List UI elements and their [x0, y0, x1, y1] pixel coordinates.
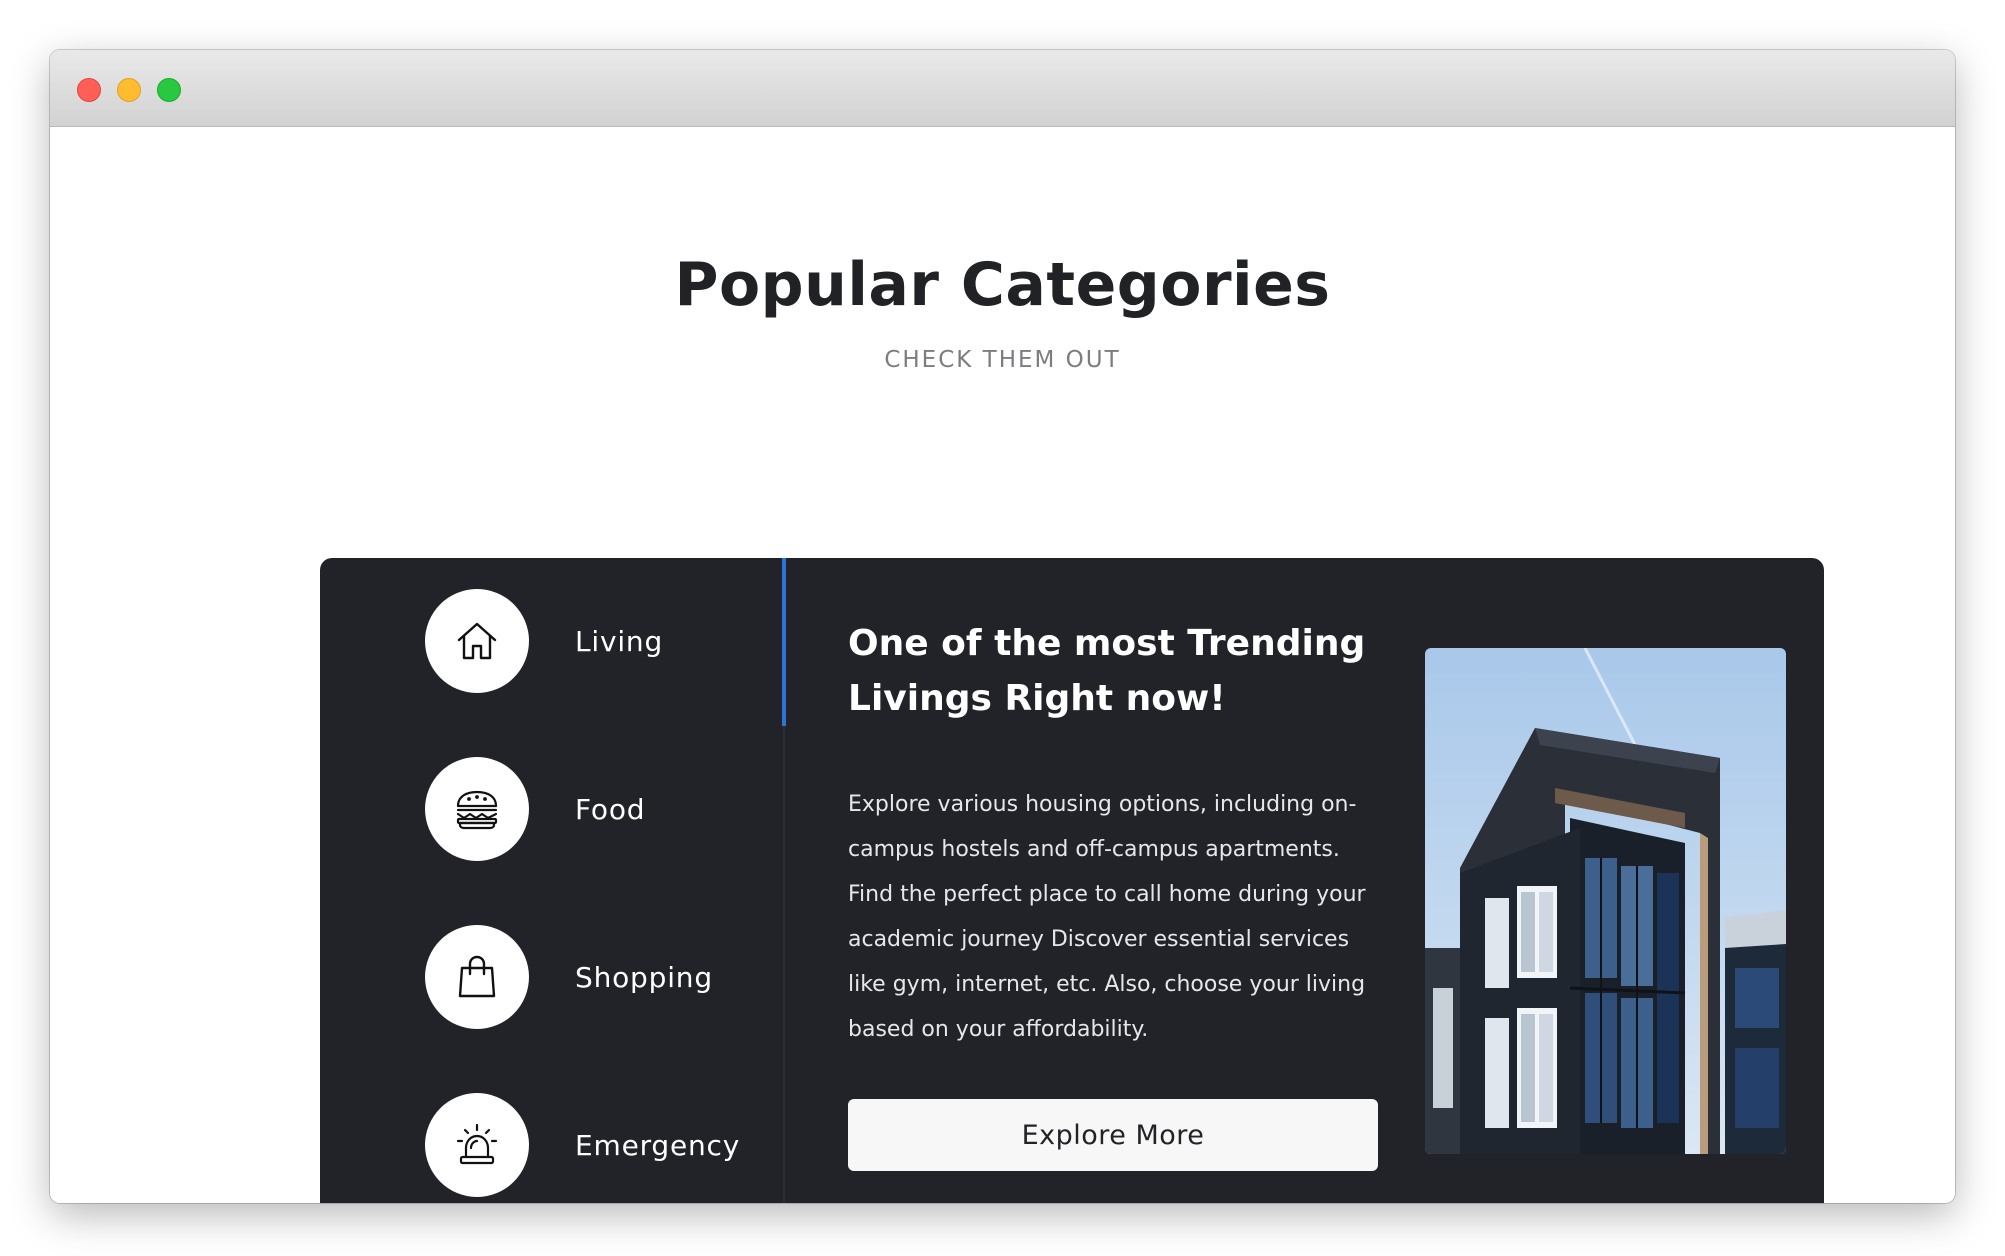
browser-window: Popular Categories CHECK THEM OUT Living — [50, 50, 1955, 1203]
minimize-window-button[interactable] — [117, 78, 141, 102]
category-icon-circle — [425, 589, 529, 693]
category-item-shopping[interactable]: Shopping — [425, 925, 765, 1029]
category-icon-circle — [425, 1093, 529, 1197]
detail-description: Explore various housing options, includi… — [848, 792, 1366, 1042]
categories-panel: Living Food Shopping Emergency One of th… — [320, 558, 1824, 1203]
house-icon — [457, 622, 497, 660]
zoom-window-button[interactable] — [157, 78, 181, 102]
detail-title: One of the most Trending Livings Right n… — [848, 623, 1366, 719]
category-label: Living — [575, 624, 664, 658]
category-icon-circle — [425, 925, 529, 1029]
shopping-bag-icon — [458, 955, 496, 998]
page-subtitle: CHECK THEM OUT — [884, 347, 1121, 373]
category-item-emergency[interactable]: Emergency — [425, 1093, 765, 1197]
explore-more-button[interactable]: Explore More — [848, 1099, 1378, 1171]
siren-icon — [456, 1123, 498, 1165]
window-titlebar — [50, 50, 1955, 127]
category-icon-circle — [425, 757, 529, 861]
building-photo — [1425, 648, 1786, 1154]
category-item-food[interactable]: Food — [425, 757, 765, 861]
building-photo-image — [1425, 648, 1786, 1154]
category-label: Shopping — [575, 960, 713, 994]
close-window-button[interactable] — [77, 78, 101, 102]
burger-icon — [456, 790, 498, 830]
active-category-indicator — [782, 558, 786, 726]
category-item-living[interactable]: Living — [425, 589, 765, 693]
page-title: Popular Categories — [674, 250, 1331, 320]
page-content: Popular Categories CHECK THEM OUT Living — [50, 127, 1955, 1203]
category-label: Food — [575, 792, 646, 826]
category-label: Emergency — [575, 1128, 741, 1162]
